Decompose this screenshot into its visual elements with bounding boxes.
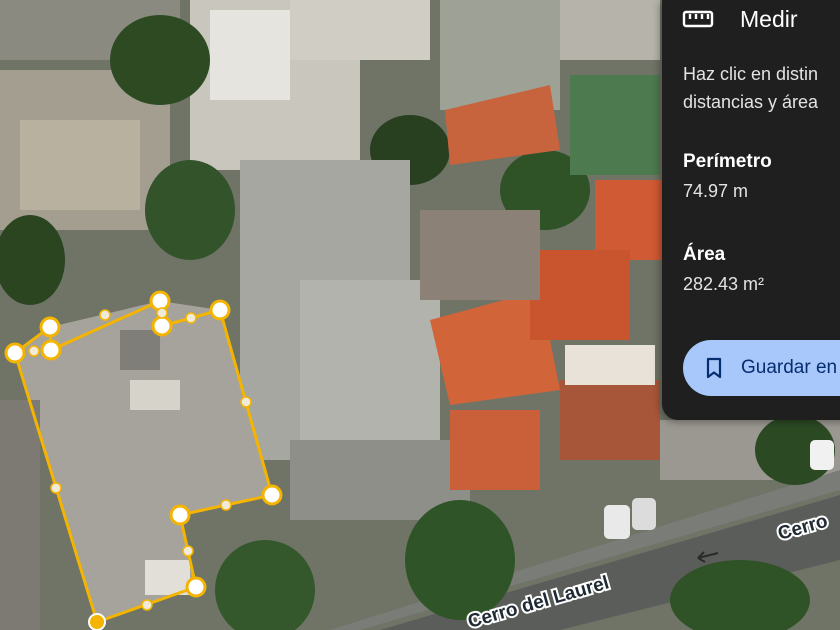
rooftop	[560, 0, 660, 60]
measurement-vertex[interactable]	[185, 576, 207, 598]
car	[632, 498, 656, 530]
measurement-vertex[interactable]	[39, 316, 61, 338]
perimeter-value: 74.97 m	[683, 181, 749, 201]
measure-instructions-line: Haz clic en distin	[683, 64, 819, 84]
tile-roof	[595, 180, 665, 260]
measurement-midpoint[interactable]	[141, 599, 153, 611]
rooftop	[210, 10, 290, 100]
car	[604, 505, 630, 539]
tree	[405, 500, 515, 620]
measurement-vertex[interactable]	[151, 315, 173, 337]
measurement-midpoint[interactable]	[28, 345, 40, 357]
measure-panel: Medir Haz clic en distin distancias y ár…	[662, 0, 840, 420]
measurement-vertex[interactable]	[4, 342, 26, 364]
ruler-icon	[682, 10, 714, 28]
perimeter-label: Perímetro	[683, 151, 772, 172]
save-button[interactable]: Guardar en	[683, 340, 840, 396]
rooftop	[300, 280, 440, 450]
area-label: Área	[683, 244, 726, 265]
measurement-vertex[interactable]	[209, 299, 231, 321]
rooftop	[420, 210, 540, 300]
measure-instructions-line: distancias y área	[683, 92, 819, 112]
rooftop-structure	[120, 330, 160, 370]
tile-roof	[530, 250, 630, 340]
measurement-midpoint[interactable]	[182, 545, 194, 557]
rooftop	[20, 120, 140, 210]
measurement-vertex[interactable]	[261, 484, 283, 506]
measurement-midpoint[interactable]	[99, 309, 111, 321]
measurement-vertex[interactable]	[169, 504, 191, 526]
tile-roof	[560, 380, 660, 460]
area-value: 282.43 m²	[683, 274, 765, 294]
tree	[110, 15, 210, 105]
measurement-vertex-active[interactable]	[88, 613, 106, 630]
measurement-midpoint[interactable]	[220, 499, 232, 511]
bookmark-icon	[706, 357, 722, 379]
measurement-midpoint[interactable]	[50, 482, 62, 494]
car	[810, 440, 834, 470]
measurement-midpoint[interactable]	[156, 307, 168, 319]
tile-roof	[450, 410, 540, 490]
rooftop-structure	[145, 560, 190, 595]
measurement-vertex[interactable]	[40, 339, 62, 361]
measure-panel-title: Medir	[740, 5, 798, 32]
rooftop-structure	[130, 380, 180, 410]
rooftop	[565, 345, 655, 385]
rooftop	[0, 400, 40, 630]
measurement-vertex[interactable]	[149, 290, 171, 312]
save-button-label: Guardar en	[741, 357, 838, 378]
tree	[145, 160, 235, 260]
court	[570, 75, 660, 175]
measurement-midpoint[interactable]	[185, 312, 197, 324]
measure-panel-header: Medir	[682, 4, 798, 34]
measure-instructions: Haz clic en distin distancias y área	[683, 60, 840, 116]
measurement-midpoint[interactable]	[240, 396, 252, 408]
rooftop	[290, 0, 430, 60]
